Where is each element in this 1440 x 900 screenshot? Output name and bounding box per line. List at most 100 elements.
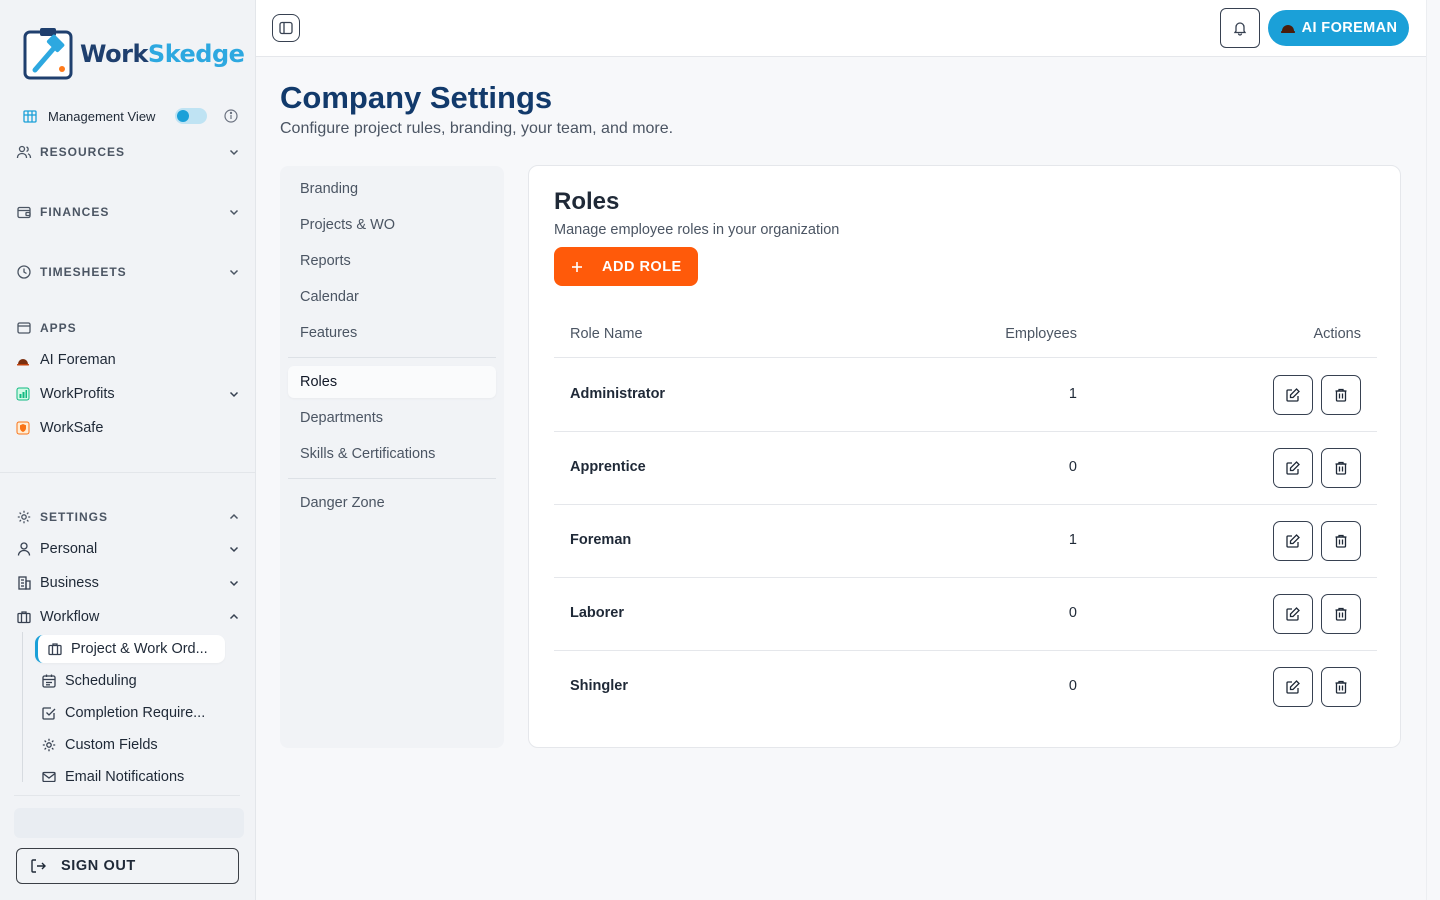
roles-title: Roles	[554, 188, 620, 215]
sidebar-divider	[0, 472, 256, 473]
nav-section-settings-label: SETTINGS	[40, 510, 109, 524]
delete-role-button[interactable]	[1321, 448, 1361, 488]
sidebar-item-label: Business	[40, 575, 99, 591]
info-icon[interactable]	[224, 109, 238, 123]
sidebar-item-business[interactable]: Business	[16, 571, 240, 595]
settings-tab-projects-wo[interactable]: Projects & WO	[288, 209, 496, 241]
subnav-item-label: Scheduling	[65, 673, 137, 689]
ai-foreman-label: AI FOREMAN	[1301, 20, 1398, 36]
settings-tab-roles[interactable]: Roles	[288, 366, 496, 398]
sidebar-divider	[14, 795, 240, 796]
delete-role-button[interactable]	[1321, 521, 1361, 561]
sign-out-button[interactable]: SIGN OUT	[16, 848, 239, 884]
subnav-item-email-notifications[interactable]: Email Notifications	[33, 763, 223, 782]
sidebar-item-personal[interactable]: Personal	[16, 537, 240, 561]
top-bar: AI FOREMAN	[256, 0, 1426, 57]
chevron-down-icon	[228, 146, 240, 158]
delete-role-button[interactable]	[1321, 375, 1361, 415]
ai-foreman-button[interactable]: AI FOREMAN	[1268, 10, 1409, 46]
roles-table-header: Role Name Employees Actions	[554, 316, 1377, 358]
edit-role-button[interactable]	[1273, 521, 1313, 561]
gear-icon	[41, 737, 65, 753]
table-row: Apprentice 0	[554, 432, 1377, 505]
toggle-sidebar-button[interactable]	[272, 14, 300, 42]
trash-icon	[1335, 534, 1347, 548]
clock-icon	[16, 264, 40, 280]
calendar-icon	[41, 673, 65, 689]
edit-role-button[interactable]	[1273, 594, 1313, 634]
trash-icon	[1335, 680, 1347, 694]
sidebar-item-workflow[interactable]: Workflow	[16, 605, 240, 629]
subnav-item-project-work-orders[interactable]: Project & Work Ord...	[35, 635, 225, 663]
edit-role-button[interactable]	[1273, 667, 1313, 707]
briefcase-icon	[16, 609, 40, 625]
edit-icon	[1286, 534, 1300, 548]
nav-section-finances[interactable]: FINANCES	[16, 201, 240, 223]
building-icon	[16, 575, 40, 591]
page-subtitle: Configure project rules, branding, your …	[280, 120, 674, 137]
management-view-toggle[interactable]	[175, 108, 208, 124]
settings-nav-divider	[288, 357, 496, 358]
employee-count: 0	[1068, 605, 1077, 621]
roles-subtitle: Manage employee roles in your organizati…	[554, 222, 840, 238]
edit-role-button[interactable]	[1273, 375, 1313, 415]
brand-name-part2: Skedge	[147, 40, 245, 68]
subnav-item-label: Custom Fields	[65, 737, 158, 753]
settings-tab-calendar[interactable]: Calendar	[288, 281, 496, 313]
page-title: Company Settings	[280, 80, 553, 115]
sidebar: WorkSkedge Management View RESOURCES FIN…	[0, 0, 256, 900]
chevron-down-icon	[228, 266, 240, 278]
table-row: Shingler 0	[554, 651, 1377, 724]
role-name: Foreman	[570, 532, 632, 548]
sidebar-item-ai-foreman[interactable]: AI Foreman	[16, 348, 240, 372]
employee-count: 1	[1068, 532, 1077, 548]
edit-icon	[1286, 680, 1300, 694]
column-header-role-name: Role Name	[570, 326, 643, 342]
nav-section-resources[interactable]: RESOURCES	[16, 141, 240, 163]
chevron-down-icon	[228, 206, 240, 218]
hard-hat-icon	[1280, 25, 1295, 33]
workprofits-icon	[16, 387, 40, 401]
workflow-subnav[interactable]: Project & Work Ord... Scheduling Complet…	[22, 632, 226, 782]
page-scrollbar[interactable]	[1426, 0, 1440, 900]
settings-tab-danger-zone[interactable]: Danger Zone	[288, 487, 496, 519]
role-name: Shingler	[570, 678, 629, 694]
settings-tab-reports[interactable]: Reports	[288, 245, 496, 277]
edit-role-button[interactable]	[1273, 448, 1313, 488]
settings-tab-departments[interactable]: Departments	[288, 402, 496, 434]
add-role-button[interactable]: ADD ROLE	[554, 247, 698, 286]
wallet-icon	[16, 204, 40, 220]
nav-section-apps: APPS	[16, 317, 240, 339]
role-name: Apprentice	[570, 459, 646, 475]
column-header-actions: Actions	[1313, 326, 1361, 342]
sidebar-item-worksafe[interactable]: WorkSafe	[16, 416, 240, 440]
management-view-label: Management View	[48, 108, 156, 124]
nav-section-settings[interactable]: SETTINGS	[16, 506, 240, 528]
sidebar-item-workprofits[interactable]: WorkProfits	[16, 382, 240, 406]
settings-tab-features[interactable]: Features	[288, 317, 496, 349]
plus-icon	[570, 260, 602, 274]
settings-nav-divider	[288, 478, 496, 479]
sidebar-item-label: Workflow	[40, 609, 100, 625]
delete-role-button[interactable]	[1321, 594, 1361, 634]
chevron-down-icon	[228, 388, 240, 400]
subnav-item-custom-fields[interactable]: Custom Fields	[33, 731, 223, 759]
nav-section-timesheets-label: TIMESHEETS	[40, 265, 127, 279]
toggle-knob	[177, 110, 190, 122]
nav-section-timesheets[interactable]: TIMESHEETS	[16, 261, 240, 283]
delete-role-button[interactable]	[1321, 667, 1361, 707]
logo-mark-icon	[23, 28, 73, 80]
nav-section-apps-label: APPS	[40, 321, 77, 335]
settings-tab-skills-certifications[interactable]: Skills & Certifications	[288, 438, 496, 470]
brand-logo[interactable]: WorkSkedge	[22, 26, 245, 82]
notifications-button[interactable]	[1220, 8, 1260, 48]
edit-icon	[1286, 607, 1300, 621]
sidebar-item-label: Personal	[40, 541, 98, 557]
employee-count: 0	[1068, 459, 1077, 475]
subnav-item-completion-requirements[interactable]: Completion Require...	[33, 699, 223, 727]
subnav-item-scheduling[interactable]: Scheduling	[33, 667, 223, 695]
employee-count: 0	[1068, 678, 1077, 694]
sidebar-footer-box	[14, 808, 244, 838]
settings-tab-branding[interactable]: Branding	[288, 173, 496, 205]
employee-count: 1	[1068, 386, 1077, 402]
